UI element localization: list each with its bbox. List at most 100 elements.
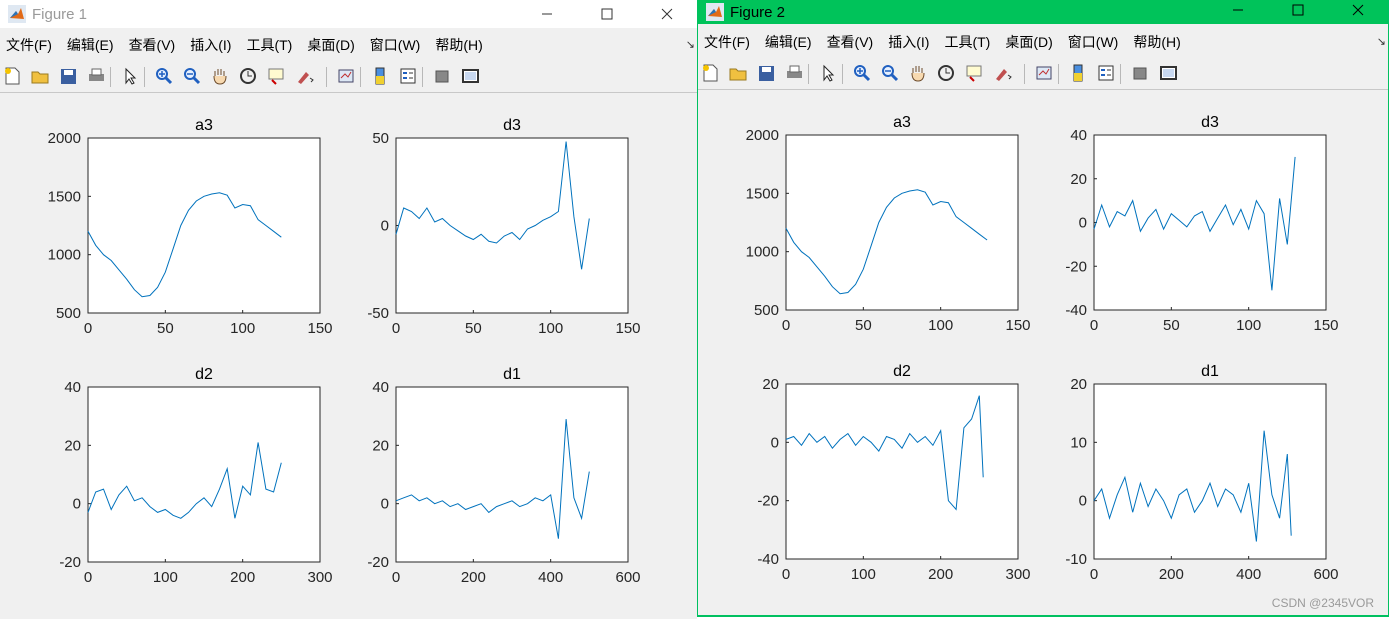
x-tick-label: 0	[84, 320, 92, 337]
link-plot-icon[interactable]	[1034, 63, 1054, 83]
x-tick-label: 600	[615, 569, 640, 586]
subplot-d2: d2 0 100 200 300 -40 -20 0 20	[757, 363, 1030, 583]
save-icon[interactable]	[58, 66, 78, 86]
menubar: 文件(F) 编辑(E) 查看(V) 插入(I) 工具(T) 桌面(D) 窗口(W…	[0, 34, 697, 56]
legend-icon[interactable]	[1096, 63, 1116, 83]
save-icon[interactable]	[756, 63, 776, 83]
menu-view[interactable]: 查看(V)	[827, 32, 874, 52]
x-tick-label: 0	[84, 569, 92, 586]
show-plot-tools-icon[interactable]	[460, 66, 480, 86]
show-plot-tools-icon[interactable]	[1158, 63, 1178, 83]
pointer-icon[interactable]	[818, 63, 838, 83]
figure-canvas: a3 0 50 100 150 500 1000 1500 2000 d3 0 50 100 150 -40…	[698, 91, 1388, 615]
data-cursor-icon[interactable]	[964, 63, 984, 83]
toolbar-separator	[808, 64, 809, 84]
print-icon[interactable]	[86, 66, 106, 86]
menu-help[interactable]: 帮助(H)	[435, 35, 482, 55]
x-tick-label: 300	[307, 569, 332, 586]
menu-tools[interactable]: 工具(T)	[944, 32, 990, 52]
x-tick-label: 400	[538, 569, 563, 586]
y-tick-label: -20	[1065, 258, 1087, 275]
menu-insert[interactable]: 插入(I)	[888, 32, 929, 52]
print-icon[interactable]	[784, 63, 804, 83]
menu-file[interactable]: 文件(F)	[704, 32, 750, 52]
menu-edit[interactable]: 编辑(E)	[67, 35, 114, 55]
x-tick-label: 100	[851, 566, 876, 583]
close-button[interactable]	[1328, 0, 1388, 20]
menu-insert[interactable]: 插入(I)	[190, 35, 231, 55]
colorbar-icon[interactable]	[1068, 63, 1088, 83]
open-file-icon[interactable]	[30, 66, 50, 86]
zoom-out-icon[interactable]	[182, 66, 202, 86]
axes-box	[395, 137, 629, 314]
pointer-icon[interactable]	[120, 66, 140, 86]
x-tick-label: 50	[855, 317, 872, 334]
zoom-out-icon[interactable]	[880, 63, 900, 83]
toolbar-separator	[326, 67, 327, 87]
new-figure-icon[interactable]	[700, 63, 720, 83]
minimize-button[interactable]	[1208, 0, 1268, 20]
x-tick-label: 100	[230, 320, 255, 337]
menu-view[interactable]: 查看(V)	[129, 35, 176, 55]
y-tick-label: 40	[64, 379, 81, 396]
open-file-icon[interactable]	[728, 63, 748, 83]
axes-title: a3	[893, 114, 911, 131]
toolbar-separator	[360, 67, 361, 87]
y-tick-label: 20	[1070, 171, 1087, 188]
x-tick-label: 0	[392, 569, 400, 586]
axes-title: d3	[1201, 114, 1219, 131]
axes-title: d1	[503, 366, 521, 383]
menu-desktop[interactable]: 桌面(D)	[1005, 32, 1052, 52]
pan-hand-icon[interactable]	[908, 63, 928, 83]
subplot-a3: a3 0 50 100 150 500 1000 1500 2000	[746, 114, 1031, 334]
maximize-button[interactable]	[577, 0, 637, 28]
y-tick-label: 0	[771, 434, 779, 451]
menu-window[interactable]: 窗口(W)	[1068, 32, 1119, 52]
titlebar[interactable]: Figure 2	[698, 0, 1388, 24]
rotate-3d-icon[interactable]	[936, 63, 956, 83]
close-button[interactable]	[637, 0, 697, 28]
zoom-in-icon[interactable]	[154, 66, 174, 86]
window-title: Figure 2	[730, 3, 786, 21]
menu-help[interactable]: 帮助(H)	[1133, 32, 1180, 52]
brush-icon[interactable]	[294, 66, 314, 86]
menu-desktop[interactable]: 桌面(D)	[307, 35, 354, 55]
x-tick-label: 100	[153, 569, 178, 586]
pan-hand-icon[interactable]	[210, 66, 230, 86]
subplot-d3: d3 0 50 100 150 -40 -20 0 20 40	[1065, 114, 1338, 334]
rotate-3d-icon[interactable]	[238, 66, 258, 86]
subplot-d2: d20 100 200 300-2002040	[59, 366, 332, 586]
hide-plot-tools-icon[interactable]	[432, 66, 452, 86]
legend-icon[interactable]	[398, 66, 418, 86]
link-plot-icon[interactable]	[336, 66, 356, 86]
titlebar[interactable]: Figure 1	[0, 0, 697, 28]
brush-icon[interactable]	[992, 63, 1012, 83]
data-cursor-icon[interactable]	[266, 66, 286, 86]
x-tick-label: 400	[1236, 566, 1261, 583]
y-tick-label: 0	[1079, 215, 1087, 232]
menu-file[interactable]: 文件(F)	[6, 35, 52, 55]
y-tick-label: -20	[59, 554, 81, 571]
toolbar-separator	[842, 64, 843, 84]
colorbar-icon[interactable]	[370, 66, 390, 86]
dock-arrow-icon[interactable]: ↘	[1377, 35, 1386, 48]
dock-arrow-icon[interactable]: ↘	[686, 38, 695, 51]
toolbar-separator	[1024, 64, 1025, 84]
y-tick-label: -40	[1065, 302, 1087, 319]
hide-plot-tools-icon[interactable]	[1130, 63, 1150, 83]
x-tick-label: 150	[1313, 317, 1338, 334]
zoom-in-icon[interactable]	[852, 63, 872, 83]
y-tick-label: 1000	[746, 244, 779, 261]
new-figure-icon[interactable]	[2, 66, 22, 86]
maximize-button[interactable]	[1268, 0, 1328, 20]
watermark: CSDN @2345VOR	[1271, 596, 1374, 610]
menu-window[interactable]: 窗口(W)	[370, 35, 421, 55]
menu-edit[interactable]: 编辑(E)	[765, 32, 812, 52]
axes-title: d2	[893, 363, 911, 380]
menu-tools[interactable]: 工具(T)	[246, 35, 292, 55]
axes-box	[395, 386, 629, 563]
minimize-button[interactable]	[517, 0, 577, 28]
axes-title: a3	[195, 117, 213, 134]
figure-1-window: Figure 1 文件(F) 编辑(E) 查看(V) 插入(I) 工具(T) 桌…	[0, 0, 697, 619]
toolbar	[698, 59, 1388, 90]
